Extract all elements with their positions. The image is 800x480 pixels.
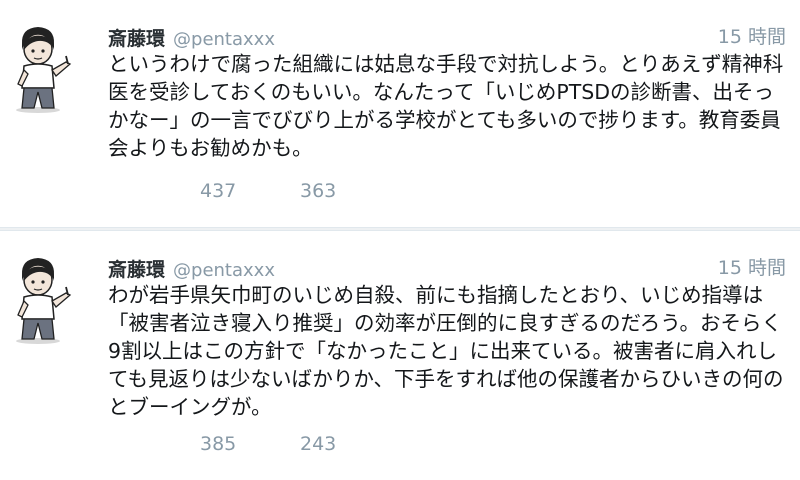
tweet-text: というわけで腐った組織には姑息な手段で対抗しよう。とりあえず精神科医を受診してお…	[108, 52, 784, 160]
display-name[interactable]: 斎藤環	[108, 28, 165, 50]
user-handle[interactable]: @pentaxxx	[173, 260, 275, 281]
retweet-count[interactable]: 385	[200, 433, 236, 455]
tweet[interactable]: 斎藤環 @pentaxxx 15 時間 わが岩手県矢巾町のいじめ自殺、前にも指摘し…	[0, 230, 800, 480]
timestamp[interactable]: 15 時間	[718, 22, 786, 49]
tweet-text: わが岩手県矢巾町のいじめ自殺、前にも指摘したとおり、いじめ指導は「被害者泣き寝入…	[108, 283, 784, 419]
tweet-header: 斎藤環 @pentaxxx	[108, 255, 275, 281]
display-name[interactable]: 斎藤環	[108, 259, 165, 281]
retweet-count[interactable]: 437	[200, 180, 236, 202]
timestamp[interactable]: 15 時間	[718, 253, 786, 280]
avatar[interactable]	[8, 22, 80, 114]
favorite-count[interactable]: 363	[300, 180, 336, 202]
tweet-header: 斎藤環 @pentaxxx	[108, 24, 275, 50]
tweet[interactable]: 斎藤環 @pentaxxx 15 時間 というわけで腐った組織には姑息な手段で対抗…	[0, 0, 800, 228]
favorite-count[interactable]: 243	[300, 433, 336, 455]
avatar[interactable]	[8, 253, 80, 345]
timeline: 斎藤環 @pentaxxx 15 時間 というわけで腐った組織には姑息な手段で対抗…	[0, 0, 800, 480]
user-handle[interactable]: @pentaxxx	[173, 29, 275, 50]
